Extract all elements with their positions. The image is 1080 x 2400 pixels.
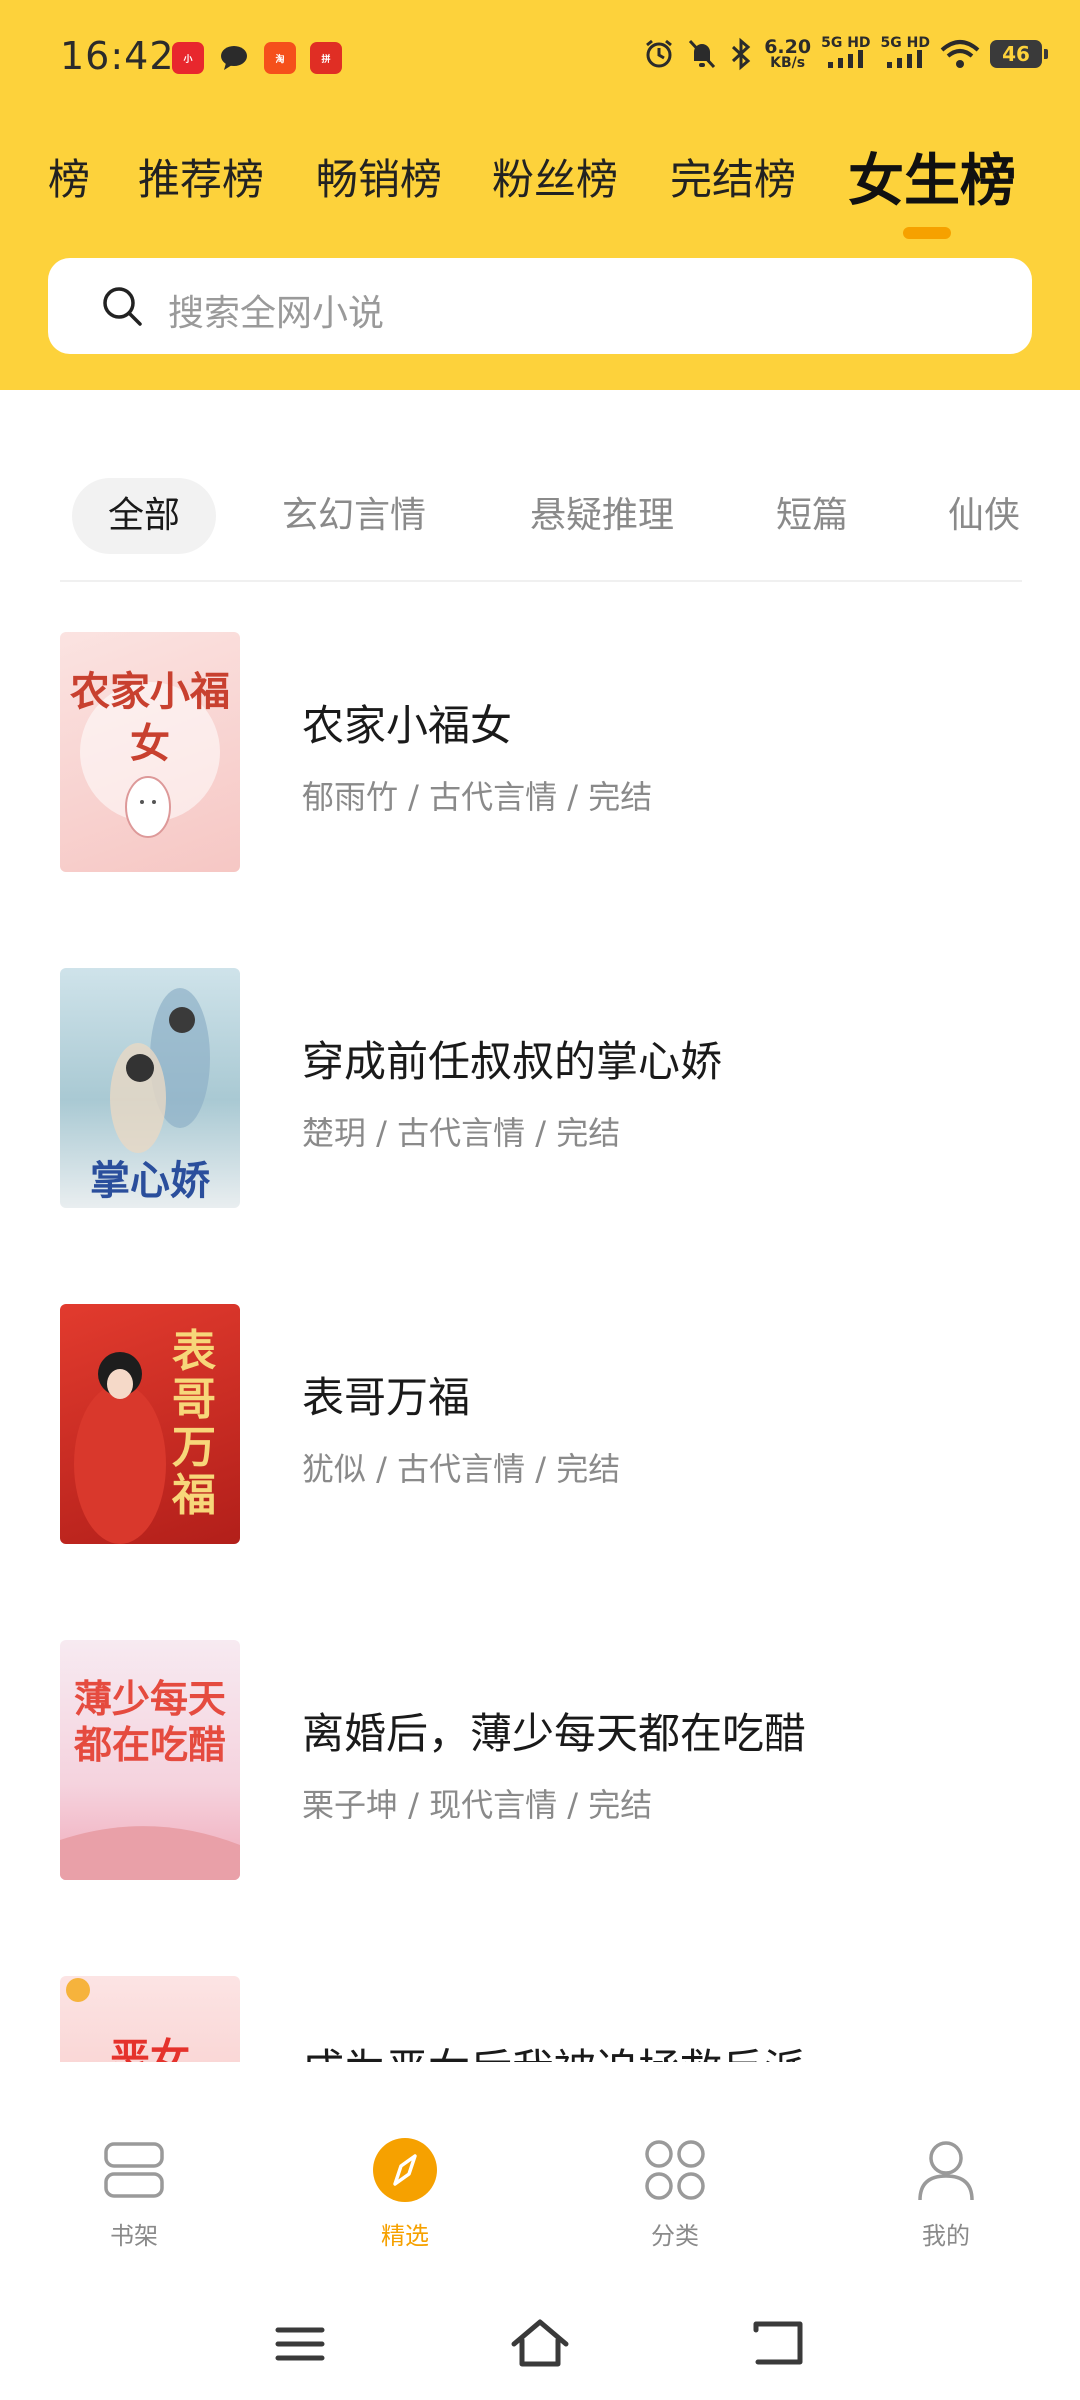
bottom-nav: 书架 精选 分类 我的 <box>0 2080 1080 2280</box>
search-icon <box>103 287 142 326</box>
tab-female[interactable]: 女生榜 <box>848 136 1016 217</box>
list-item[interactable]: 薄少每天都在吃醋 离婚后，薄少每天都在吃醋 栗子坤 / 现代言情 / 完结 <box>60 1640 1020 1880</box>
nav-category[interactable]: 分类 <box>605 2136 745 2251</box>
wifi-icon <box>940 40 980 68</box>
chip-mystery[interactable]: 悬疑推理 <box>530 478 674 554</box>
message-icon <box>218 42 250 74</box>
list-item[interactable]: 恶女 成为恶女后我被迫拯救反派 <box>60 1976 1020 2062</box>
system-nav-bar <box>0 2290 1080 2400</box>
bluetooth-icon <box>732 37 751 71</box>
mute-icon <box>689 39 716 69</box>
nav-label: 分类 <box>651 2222 699 2250</box>
book-title[interactable]: 成为恶女后我被迫拯救反派 <box>302 2036 806 2062</box>
sim1-signal: 5G HD <box>821 35 871 72</box>
pinduoduo-icon: 拼 <box>310 42 342 74</box>
book-meta: 楚玥 / 古代言情 / 完结 <box>302 1114 621 1152</box>
cover-text: 薄少每天都在吃醋 <box>74 1677 227 1767</box>
chip-xianxia[interactable]: 仙侠 <box>948 478 1020 554</box>
list-item[interactable]: 掌心娇 穿成前任叔叔的掌心娇 楚玥 / 古代言情 / 完结 <box>60 968 1020 1208</box>
signal-icon <box>827 50 863 68</box>
search-bar[interactable]: 搜索全网小说 <box>48 258 1032 354</box>
net-speed-unit: KB/s <box>770 55 806 71</box>
book-cover[interactable]: 薄少每天都在吃醋 <box>60 1640 240 1880</box>
search-input[interactable]: 搜索全网小说 <box>168 284 384 336</box>
status-time: 16:42 <box>60 34 175 78</box>
book-title[interactable]: 穿成前任叔叔的掌心娇 <box>302 1028 722 1089</box>
back-icon[interactable] <box>750 2314 810 2374</box>
signal-icon <box>887 50 923 68</box>
book-meta: 郁雨竹 / 古代言情 / 完结 <box>302 778 653 816</box>
taobao-icon: 淘 <box>264 42 296 74</box>
nav-featured[interactable]: 精选 <box>335 2136 475 2251</box>
chip-fantasy-romance[interactable]: 玄幻言情 <box>282 478 426 554</box>
chip-all[interactable]: 全部 <box>72 478 217 554</box>
tab-fans[interactable]: 粉丝榜 <box>492 146 618 207</box>
home-icon[interactable] <box>510 2314 570 2374</box>
sim2-label: 5G HD <box>880 35 930 51</box>
book-title[interactable]: 表哥万福 <box>302 1364 470 1425</box>
cover-text: 表哥万福 <box>172 1326 216 1521</box>
book-meta: 栗子坤 / 现代言情 / 完结 <box>302 1786 653 1824</box>
net-speed-value: 6.20 <box>764 36 812 58</box>
alarm-icon <box>646 39 673 68</box>
book-cover[interactable]: 恶女 <box>60 1976 240 2062</box>
tab-rank-partial[interactable]: 榜 <box>48 146 90 207</box>
tab-indicator <box>903 227 951 239</box>
cover-text: 恶女 <box>110 2036 190 2062</box>
tab-bestseller[interactable]: 畅销榜 <box>316 146 442 207</box>
cover-text: 掌心娇 <box>90 1158 210 1204</box>
battery-indicator: 46 <box>990 40 1048 68</box>
tab-completed[interactable]: 完结榜 <box>670 146 796 207</box>
nav-label: 我的 <box>922 2222 970 2250</box>
bookshelf-icon <box>104 2142 164 2198</box>
divider <box>60 580 1022 582</box>
book-title[interactable]: 农家小福女 <box>302 692 512 753</box>
status-bar: 16:42 小 淘 拼 6.20 KB/s 5G HD 5G HD 46 <box>0 0 1080 120</box>
header-area: 16:42 小 淘 拼 6.20 KB/s 5G HD 5G HD 46 榜 推… <box>0 0 1080 390</box>
nav-bookshelf[interactable]: 书架 <box>64 2136 204 2251</box>
cover-text: 农家小福女 <box>70 669 230 767</box>
book-cover[interactable]: 农家小福女 <box>60 632 240 872</box>
rank-tabs: 榜 推荐榜 畅销榜 粉丝榜 完结榜 女生榜 <box>0 140 1080 214</box>
sim2-signal: 5G HD <box>881 36 930 72</box>
compass-icon <box>373 2138 437 2202</box>
category-chips: 全部 玄幻言情 悬疑推理 短篇 仙侠 <box>0 478 1080 554</box>
tab-recommend[interactable]: 推荐榜 <box>138 146 264 207</box>
network-speed: 6.20 KB/s <box>764 36 812 71</box>
nav-label: 书架 <box>110 2222 158 2250</box>
chip-short[interactable]: 短篇 <box>776 478 848 554</box>
profile-icon <box>918 2141 974 2201</box>
sim1-label: 5G HD <box>821 35 871 51</box>
menu-icon[interactable] <box>270 2314 330 2374</box>
book-title[interactable]: 离婚后，薄少每天都在吃醋 <box>302 1700 806 1761</box>
xiaohongshu-icon: 小 <box>172 42 204 74</box>
book-cover[interactable]: 表哥万福 <box>60 1304 240 1544</box>
nav-profile[interactable]: 我的 <box>876 2136 1016 2251</box>
notification-icons: 小 淘 拼 <box>172 42 342 74</box>
nav-label: 精选 <box>381 2222 429 2250</box>
list-item[interactable]: 表哥万福 表哥万福 犹似 / 古代言情 / 完结 <box>60 1304 1020 1544</box>
book-cover[interactable]: 掌心娇 <box>60 968 240 1208</box>
grid-icon <box>645 2140 705 2200</box>
book-list: 农家小福女 农家小福女 郁雨竹 / 古代言情 / 完结 掌心娇 穿成前任叔叔的掌… <box>0 590 1080 2062</box>
list-item[interactable]: 农家小福女 农家小福女 郁雨竹 / 古代言情 / 完结 <box>60 632 1020 872</box>
status-indicators: 6.20 KB/s 5G HD 5G HD 46 <box>642 35 1048 72</box>
book-meta: 犹似 / 古代言情 / 完结 <box>302 1450 621 1488</box>
